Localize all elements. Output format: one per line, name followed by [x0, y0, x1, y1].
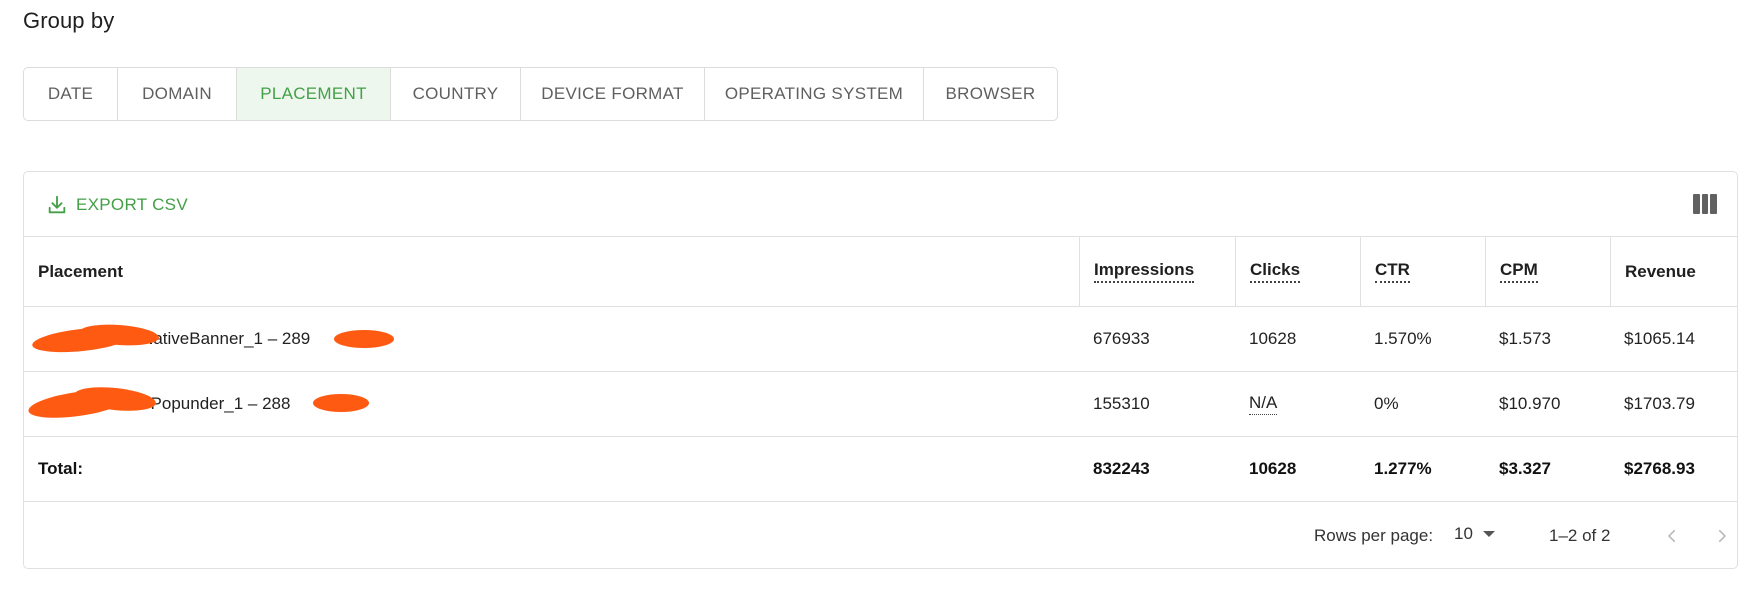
column-bar [1701, 194, 1709, 214]
header-placement[interactable]: Placement [24, 237, 1079, 306]
header-placement-label: Placement [38, 261, 124, 281]
view-column-icon[interactable] [1693, 194, 1718, 214]
export-csv-button[interactable]: EXPORT CSV [46, 190, 188, 220]
table-row[interactable]: net – Popunder_1 – 288 155310 N/A 0% $10… [24, 372, 1737, 437]
table-row[interactable]: et – NativeBanner_1 – 289 676933 10628 1… [24, 307, 1737, 372]
clicks-cell: N/A [1235, 372, 1360, 436]
total-clicks: 10628 [1249, 459, 1297, 478]
clicks-cell: 10628 [1249, 329, 1297, 348]
redaction-mark [334, 330, 394, 348]
header-revenue-label: Revenue [1625, 261, 1696, 281]
header-ctr[interactable]: CTR [1360, 237, 1485, 306]
rows-per-page-select[interactable]: 10 [1454, 524, 1495, 544]
chevron-left-icon[interactable] [1658, 522, 1686, 550]
group-by-tabs: DATE DOMAIN PLACEMENT COUNTRY DEVICE FOR… [23, 67, 1058, 121]
tab-domain[interactable]: DOMAIN [118, 68, 237, 120]
ctr-cell: 0% [1374, 394, 1399, 413]
revenue-cell: $1065.14 [1624, 329, 1695, 348]
group-by-title: Group by [23, 8, 115, 33]
header-cpm-label: CPM [1500, 260, 1538, 283]
page-range-label: 1–2 of 2 [1549, 526, 1611, 545]
tab-browser[interactable]: BROWSER [924, 68, 1057, 120]
cpm-cell: $10.970 [1499, 394, 1561, 413]
caret-down-icon [1482, 531, 1495, 537]
tab-placement[interactable]: PLACEMENT [237, 68, 391, 120]
rows-per-page-label: Rows per page: [1314, 526, 1434, 545]
total-cpm: $3.327 [1499, 459, 1551, 478]
total-revenue: $2768.93 [1624, 459, 1695, 478]
table-pagination: Rows per page: 10 1–2 of 2 [24, 502, 1737, 568]
ctr-cell: 1.570% [1374, 329, 1432, 348]
total-impressions: 832243 [1093, 459, 1150, 478]
impressions-cell: 676933 [1093, 329, 1150, 348]
table-toolbar: EXPORT CSV [24, 172, 1737, 237]
total-row: Total: 832243 10628 1.277% $3.327 $2768.… [24, 437, 1737, 502]
export-csv-label: EXPORT CSV [76, 195, 188, 214]
header-ctr-label: CTR [1375, 260, 1410, 283]
cpm-cell: $1.573 [1499, 329, 1551, 348]
header-clicks[interactable]: Clicks [1235, 237, 1360, 306]
placement-cell: et – NativeBanner_1 – 289 [24, 307, 1079, 371]
revenue-cell: $1703.79 [1624, 394, 1695, 413]
header-cpm[interactable]: CPM [1485, 237, 1610, 306]
total-ctr: 1.277% [1374, 459, 1432, 478]
placement-cell: net – Popunder_1 – 288 [24, 372, 1079, 436]
total-label: Total: [38, 459, 84, 478]
table-header-row: Placement Impressions Clicks CTR CPM Rev… [24, 237, 1737, 307]
header-impressions-label: Impressions [1094, 260, 1195, 283]
chevron-right-icon[interactable] [1708, 522, 1736, 550]
redaction-mark [313, 394, 369, 412]
column-bar [1710, 194, 1718, 214]
header-impressions[interactable]: Impressions [1079, 237, 1235, 306]
tab-date[interactable]: DATE [24, 68, 118, 120]
tab-operating-system[interactable]: OPERATING SYSTEM [705, 68, 924, 120]
report-card: EXPORT CSV Placement Impressions Clicks … [23, 171, 1738, 569]
rows-per-page-value: 10 [1454, 524, 1473, 543]
impressions-cell: 155310 [1093, 394, 1150, 413]
download-icon [48, 195, 66, 214]
clicks-na-value: N/A [1249, 393, 1278, 415]
tab-country[interactable]: COUNTRY [391, 68, 521, 120]
column-bar [1693, 194, 1700, 214]
header-clicks-label: Clicks [1250, 260, 1301, 283]
tab-device-format[interactable]: DEVICE FORMAT [521, 68, 705, 120]
header-revenue[interactable]: Revenue [1610, 237, 1737, 306]
